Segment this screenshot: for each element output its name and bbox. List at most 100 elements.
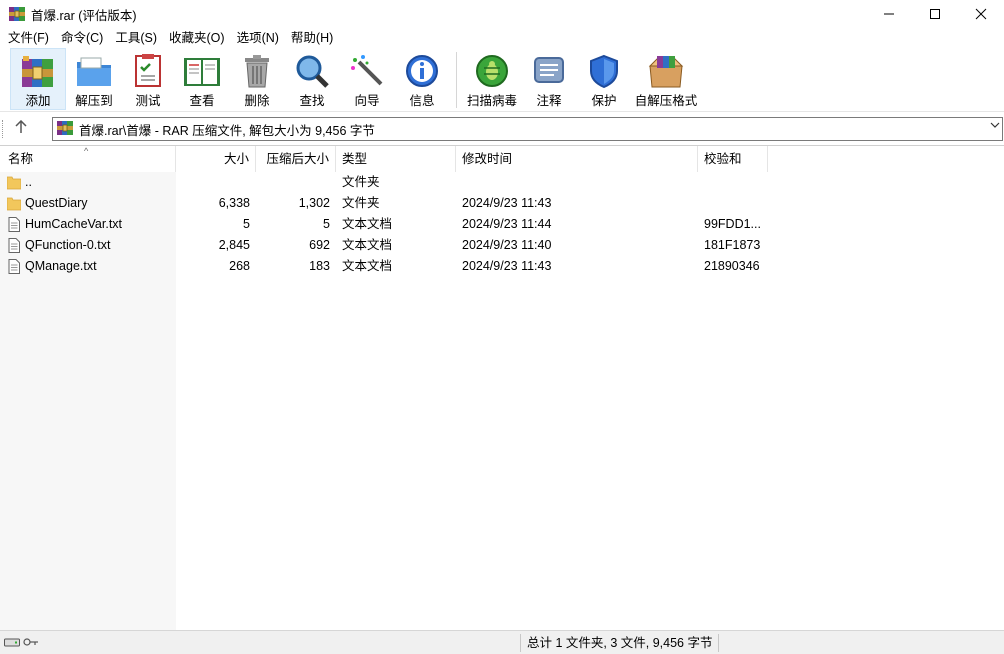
magic-wand-icon — [347, 52, 387, 90]
file-packed-size: 1,302 — [298, 196, 330, 210]
view-button[interactable]: 查看 — [174, 48, 230, 110]
file-size: 268 — [229, 259, 250, 273]
magnifier-icon — [292, 52, 332, 90]
file-name: QManage.txt — [25, 259, 97, 273]
path-text: 首爆.rar\首爆 - RAR 压缩文件, 解包大小为 9,456 字节 — [79, 123, 375, 138]
folder-icon — [6, 175, 22, 190]
key-icon[interactable] — [23, 636, 39, 651]
file-packed-size — [256, 172, 336, 193]
text-file-icon — [7, 238, 21, 253]
view-book-icon — [182, 52, 222, 90]
list-item[interactable]: QuestDiary 6,338 1,302 文件夹 2024/9/23 11:… — [0, 193, 1004, 214]
window-title: 首爆.rar (评估版本) — [31, 8, 137, 23]
file-crc: 21890346 — [704, 259, 760, 273]
menu-bar: 文件(F) 命令(C) 工具(S) 收藏夹(O) 选项(N) 帮助(H) — [0, 28, 1004, 48]
menu-favorites[interactable]: 收藏夹(O) — [163, 28, 231, 48]
text-file-icon — [7, 259, 21, 274]
list-item[interactable]: QFunction-0.txt 2,845 692 文本文档 2024/9/23… — [0, 235, 1004, 256]
list-item[interactable]: QManage.txt 268 183 文本文档 2024/9/23 11:43… — [0, 256, 1004, 277]
menu-commands[interactable]: 命令(C) — [55, 28, 109, 48]
status-separator — [718, 634, 719, 652]
file-modified — [456, 172, 698, 193]
column-type[interactable]: 类型 — [336, 146, 456, 172]
file-list[interactable]: ^ 名称 大小 压缩后大小 类型 修改时间 校验和 .. 文件夹 QuestDi… — [0, 145, 1004, 631]
scan-virus-button[interactable]: 扫描病毒 — [463, 48, 521, 110]
comment-button[interactable]: 注释 — [521, 48, 577, 110]
file-name: QuestDiary — [25, 196, 88, 210]
comment-note-icon — [529, 52, 569, 90]
file-name: HumCacheVar.txt — [25, 217, 123, 231]
file-size: 6,338 — [218, 196, 250, 210]
list-item[interactable]: .. 文件夹 — [0, 172, 1004, 193]
address-bar: 首爆.rar\首爆 - RAR 压缩文件, 解包大小为 9,456 字节 — [0, 116, 1004, 142]
column-crc[interactable]: 校验和 — [698, 146, 768, 172]
file-type: 文件夹 — [342, 175, 380, 189]
file-crc — [698, 172, 768, 193]
file-type: 文本文档 — [342, 238, 393, 252]
file-packed-size: 183 — [309, 259, 330, 273]
file-modified: 2024/9/23 11:43 — [462, 196, 552, 210]
text-file-icon — [7, 217, 21, 232]
file-modified: 2024/9/23 11:44 — [462, 217, 552, 231]
sfx-box-icon — [646, 52, 686, 90]
column-packed[interactable]: 压缩后大小 — [256, 146, 336, 172]
file-packed-size: 5 — [323, 217, 330, 231]
file-crc: 181F1873 — [704, 238, 761, 252]
column-header: ^ 名称 大小 压缩后大小 类型 修改时间 校验和 — [0, 146, 1004, 172]
up-arrow-icon — [15, 119, 27, 138]
status-bar: 总计 1 文件夹, 3 文件, 9,456 字节 — [0, 630, 1004, 654]
extract-to-button[interactable]: 解压到 — [66, 48, 122, 110]
file-type: 文件夹 — [342, 196, 380, 210]
status-summary: 总计 1 文件夹, 3 文件, 9,456 字节 — [527, 636, 713, 650]
menu-help[interactable]: 帮助(H) — [285, 28, 339, 48]
test-checklist-icon — [128, 52, 168, 90]
virus-bug-icon — [472, 52, 512, 90]
winrar-app-icon[interactable] — [9, 6, 25, 22]
toolbar: 添加 解压到 测试 查看 删除 查找 向导 信息 扫描病毒 注释 保护 自解压格… — [0, 48, 1004, 112]
extract-folder-icon — [74, 52, 114, 90]
file-crc — [698, 193, 768, 214]
status-separator — [520, 634, 521, 652]
folder-icon — [6, 196, 22, 211]
file-type: 文本文档 — [342, 259, 393, 273]
info-icon — [402, 52, 442, 90]
sfx-button[interactable]: 自解压格式 — [631, 48, 701, 110]
find-button[interactable]: 查找 — [284, 48, 340, 110]
shield-icon — [584, 52, 624, 90]
toolbar-grip[interactable] — [2, 120, 8, 138]
protect-button[interactable]: 保护 — [577, 48, 631, 110]
file-size — [176, 172, 256, 193]
add-button[interactable]: 添加 — [10, 48, 66, 110]
info-button[interactable]: 信息 — [394, 48, 450, 110]
title-bar: 首爆.rar (评估版本) — [0, 0, 1004, 28]
add-archive-icon — [18, 53, 58, 90]
maximize-button[interactable] — [912, 0, 958, 28]
file-modified: 2024/9/23 11:40 — [462, 238, 552, 252]
file-crc: 99FDD1... — [704, 217, 761, 231]
path-combobox[interactable]: 首爆.rar\首爆 - RAR 压缩文件, 解包大小为 9,456 字节 — [52, 117, 1003, 141]
column-name[interactable]: ^ 名称 — [0, 146, 176, 172]
file-name: .. — [25, 175, 32, 189]
file-size: 5 — [243, 217, 250, 231]
file-modified: 2024/9/23 11:43 — [462, 259, 552, 273]
archive-icon — [57, 120, 73, 139]
drive-icon[interactable] — [4, 636, 20, 651]
file-size: 2,845 — [218, 238, 250, 252]
chevron-down-icon[interactable] — [990, 121, 1000, 132]
list-item[interactable]: HumCacheVar.txt 5 5 文本文档 2024/9/23 11:44… — [0, 214, 1004, 235]
minimize-button[interactable] — [866, 0, 912, 28]
menu-options[interactable]: 选项(N) — [231, 28, 285, 48]
sort-ascending-icon: ^ — [84, 146, 89, 156]
test-button[interactable]: 测试 — [122, 48, 174, 110]
delete-button[interactable]: 删除 — [230, 48, 284, 110]
menu-tools[interactable]: 工具(S) — [109, 28, 163, 48]
file-type: 文本文档 — [342, 217, 393, 231]
menu-file[interactable]: 文件(F) — [2, 28, 55, 48]
column-size[interactable]: 大小 — [176, 146, 256, 172]
file-packed-size: 692 — [309, 238, 330, 252]
wizard-button[interactable]: 向导 — [340, 48, 394, 110]
column-modified[interactable]: 修改时间 — [456, 146, 698, 172]
trash-can-icon — [237, 52, 277, 90]
file-name: QFunction-0.txt — [25, 238, 111, 252]
close-button[interactable] — [958, 0, 1004, 28]
